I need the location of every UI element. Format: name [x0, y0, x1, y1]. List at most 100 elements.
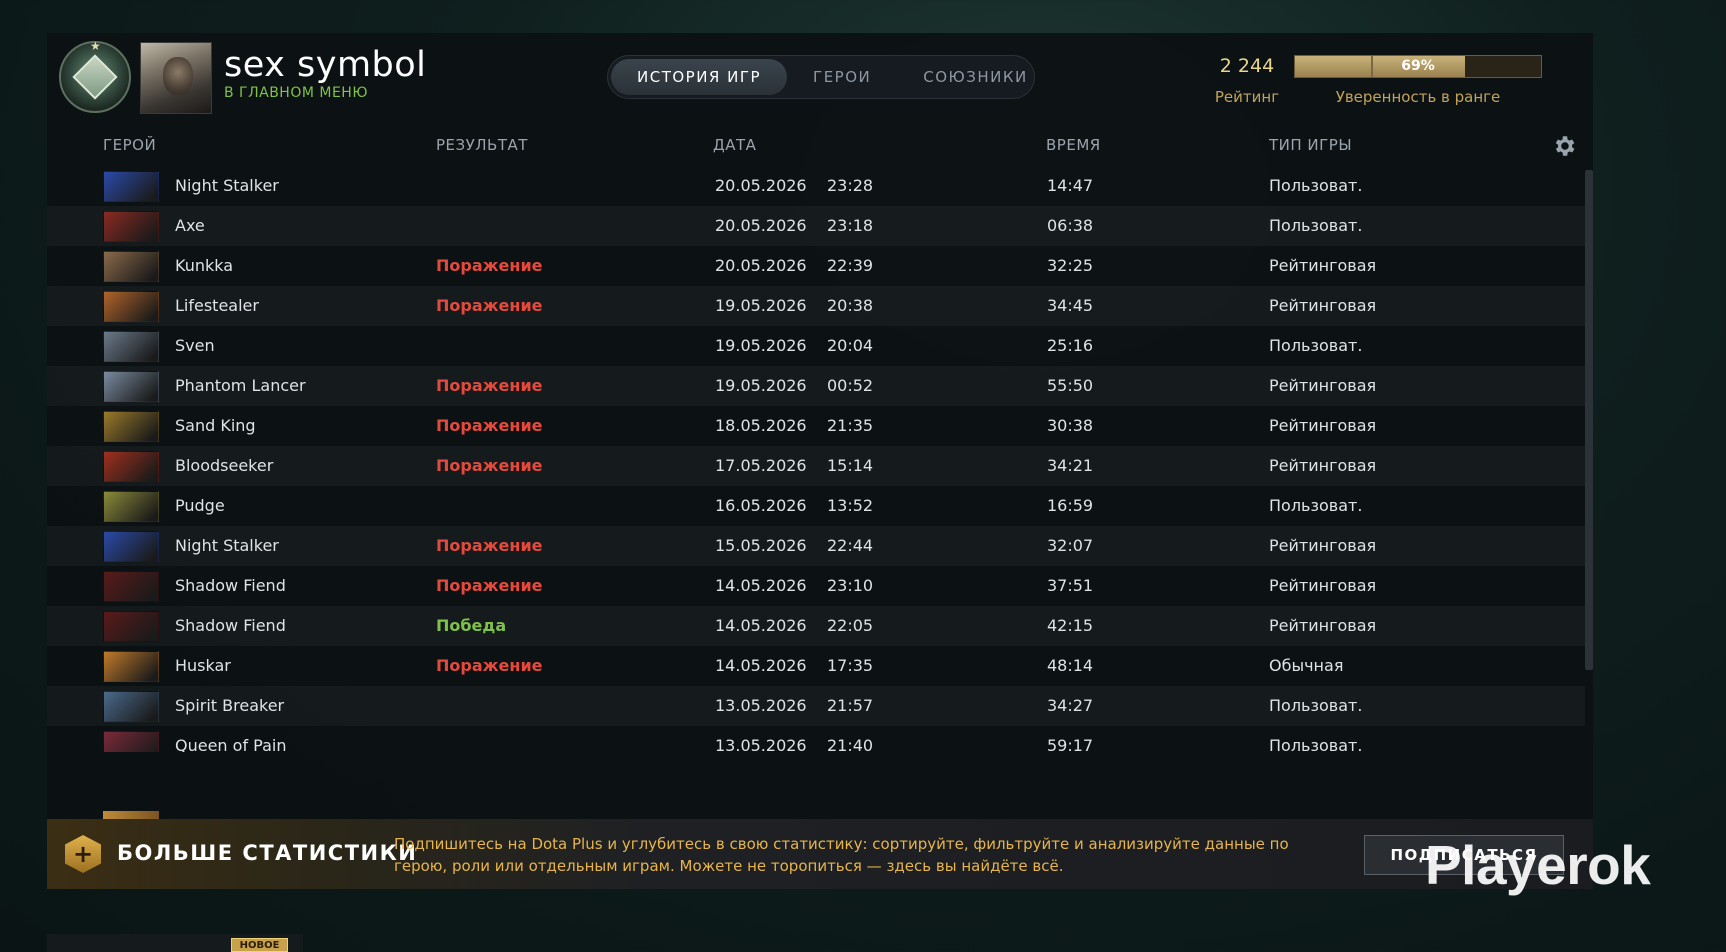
table-row[interactable]: Sven 19.05.2026 20:04 25:16 Пользоват. [47, 326, 1585, 366]
hero-portrait-icon [103, 611, 159, 642]
hero-portrait-icon [103, 371, 159, 402]
hero-portrait-icon [103, 731, 159, 752]
match-date: 14.05.2026 [715, 576, 807, 595]
match-history-panel: ★ sex symbol В ГЛАВНОМ МЕНЮ ИСТОРИЯ ИГР … [47, 33, 1593, 889]
rating-label: Рейтинг [1214, 88, 1280, 106]
match-date: 20.05.2026 [715, 216, 807, 235]
table-row[interactable]: Huskar Поражение 14.05.2026 17:35 48:14 Обычн… [47, 646, 1585, 686]
match-result: Поражение [436, 456, 543, 475]
match-time: 17:35 [827, 656, 874, 675]
match-time: 22:44 [827, 536, 874, 555]
match-duration: 34:45 [1047, 296, 1094, 315]
match-date: 20.05.2026 [715, 176, 807, 195]
hero-portrait-icon [103, 411, 159, 442]
table-row[interactable]: Kunkka Поражение 20.05.2026 22:39 32:25 Рейти… [47, 246, 1585, 286]
match-result: Поражение [436, 656, 543, 675]
match-duration: 59:17 [1047, 736, 1094, 752]
hero-name: Pudge [175, 496, 225, 515]
match-duration: 32:25 [1047, 256, 1094, 275]
column-date[interactable]: ДАТА [713, 136, 756, 154]
promo-title: БОЛЬШЕ СТАТИСТИКИ [117, 841, 418, 865]
match-result: Поражение [436, 296, 543, 315]
table-row[interactable]: Night Stalker 20.05.2026 23:28 14:47 Пользов… [47, 166, 1585, 206]
match-date: 19.05.2026 [715, 296, 807, 315]
match-list: Night Stalker 20.05.2026 23:28 14:47 Пользов… [47, 166, 1593, 752]
plus-shield-icon: + [65, 835, 101, 873]
game-type: Рейтинговая [1269, 536, 1377, 555]
confidence-bar: 69% [1294, 55, 1542, 78]
match-date: 20.05.2026 [715, 256, 807, 275]
match-duration: 34:27 [1047, 696, 1094, 715]
confidence-label: Уверенность в ранге [1335, 88, 1501, 106]
confidence-percent: 69% [1401, 58, 1435, 74]
hero-name: Kunkka [175, 256, 234, 275]
match-time: 13:52 [827, 496, 874, 515]
match-duration: 48:14 [1047, 656, 1094, 675]
tab-match-history[interactable]: ИСТОРИЯ ИГР [611, 59, 788, 95]
username: sex symbol [224, 45, 427, 85]
match-date: 18.05.2026 [715, 416, 807, 435]
match-duration: 37:51 [1047, 576, 1094, 595]
gear-icon[interactable] [1551, 133, 1577, 159]
match-date: 16.05.2026 [715, 496, 807, 515]
column-game-type[interactable]: ТИП ИГРЫ [1269, 136, 1352, 154]
match-time: 23:10 [827, 576, 874, 595]
match-date: 14.05.2026 [715, 616, 807, 635]
tab-heroes[interactable]: ГЕРОИ [787, 59, 897, 95]
table-row[interactable]: Night Stalker Поражение 15.05.2026 22:44 32:… [47, 526, 1585, 566]
scrollbar[interactable] [1585, 170, 1593, 670]
hero-portrait-icon [103, 251, 159, 282]
match-time: 23:28 [827, 176, 874, 195]
hero-name: Axe [175, 216, 205, 235]
match-result: Поражение [436, 416, 543, 435]
hero-name: Shadow Fiend [175, 616, 286, 635]
game-type: Рейтинговая [1269, 296, 1377, 315]
hero-name: Queen of Pain [175, 736, 287, 752]
table-row[interactable]: Lifestealer Поражение 19.05.2026 20:38 34:45… [47, 286, 1585, 326]
game-type: Рейтинговая [1269, 416, 1377, 435]
table-row[interactable]: Shadow Fiend Победа 14.05.2026 22:05 42:15 Ре… [47, 606, 1585, 646]
match-duration: 30:38 [1047, 416, 1094, 435]
match-result: Поражение [436, 376, 543, 395]
tab-allies[interactable]: СОЮЗНИКИ [897, 59, 1053, 95]
hero-name: Bloodseeker [175, 456, 274, 475]
hero-portrait-icon [103, 451, 159, 482]
game-type: Пользоват. [1269, 696, 1363, 715]
table-row[interactable]: Sand King Поражение 18.05.2026 21:35 30:38 Ре… [47, 406, 1585, 446]
hero-name: Shadow Fiend [175, 576, 286, 595]
match-time: 00:52 [827, 376, 874, 395]
avatar[interactable] [140, 42, 212, 114]
game-type: Рейтинговая [1269, 256, 1377, 275]
hero-name: Sand King [175, 416, 256, 435]
game-type: Пользоват. [1269, 336, 1363, 355]
match-date: 14.05.2026 [715, 656, 807, 675]
match-duration: 14:47 [1047, 176, 1094, 195]
profile-tabs: ИСТОРИЯ ИГР ГЕРОИ СОЮЗНИКИ [607, 55, 1035, 99]
hero-name: Night Stalker [175, 536, 279, 555]
match-duration: 25:16 [1047, 336, 1094, 355]
table-row[interactable]: Shadow Fiend Поражение 14.05.2026 23:10 37:5… [47, 566, 1585, 606]
hero-portrait-icon [103, 531, 159, 562]
column-hero[interactable]: ГЕРОЙ [103, 136, 156, 154]
table-row[interactable]: Spirit Breaker 13.05.2026 21:57 34:27 Пользо… [47, 686, 1585, 726]
match-time: 21:35 [827, 416, 874, 435]
table-row[interactable]: Pudge 16.05.2026 13:52 16:59 Пользоват. [47, 486, 1585, 526]
rank-medal-icon[interactable]: ★ [59, 40, 131, 113]
table-row[interactable]: Bloodseeker Поражение 17.05.2026 15:14 34:21… [47, 446, 1585, 486]
match-date: 13.05.2026 [715, 736, 807, 752]
game-type: Рейтинговая [1269, 616, 1377, 635]
hero-portrait-icon [103, 491, 159, 522]
hero-name: Night Stalker [175, 176, 279, 195]
column-result[interactable]: РЕЗУЛЬТАТ [436, 136, 528, 154]
match-duration: 55:50 [1047, 376, 1094, 395]
column-duration[interactable]: ВРЕМЯ [1046, 136, 1101, 154]
table-row[interactable]: Queen of Pain 13.05.2026 21:40 59:17 Пользов… [47, 726, 1585, 752]
match-result: Победа [436, 616, 507, 635]
match-duration: 34:21 [1047, 456, 1094, 475]
table-row[interactable]: Phantom Lancer Поражение 19.05.2026 00:52 55… [47, 366, 1585, 406]
match-time: 21:40 [827, 736, 874, 752]
match-result: Поражение [436, 576, 543, 595]
table-row[interactable]: Axe 20.05.2026 23:18 06:38 Пользоват. [47, 206, 1585, 246]
hero-portrait-icon [103, 571, 159, 602]
game-type: Пользоват. [1269, 496, 1363, 515]
